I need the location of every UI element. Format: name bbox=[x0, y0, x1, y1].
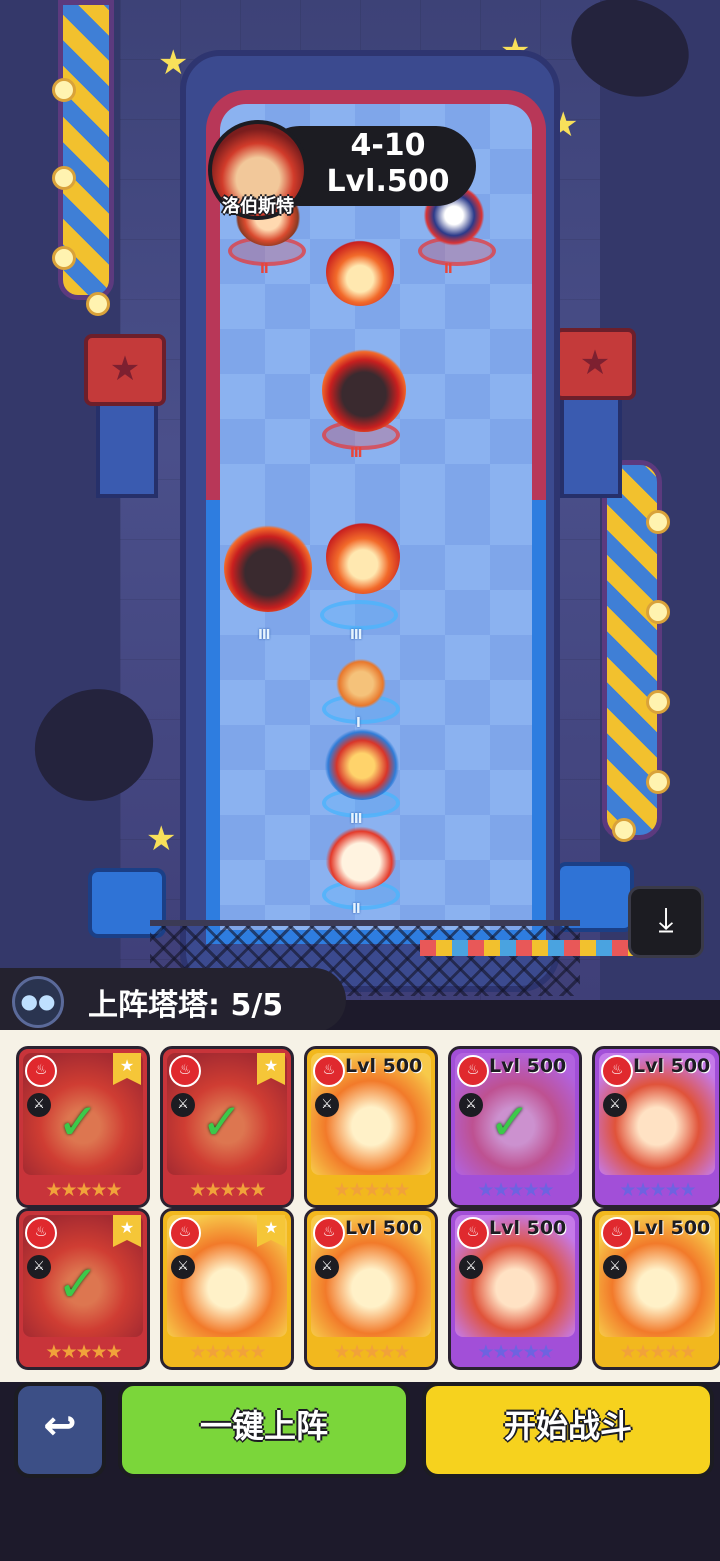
unit-rank: III bbox=[350, 446, 362, 461]
deployed-check-icon: ✓ bbox=[489, 1093, 531, 1151]
tower-card[interactable]: ♨ ⚔ Lvl 500 ★★★★★ bbox=[304, 1046, 438, 1208]
tower-card[interactable]: ♨ ⚔ Lvl 500 ★★★★★ bbox=[448, 1208, 582, 1370]
fire-element-icon: ♨ bbox=[313, 1055, 345, 1087]
flame-fox-sprite bbox=[326, 238, 394, 306]
role-icon: ⚔ bbox=[315, 1093, 339, 1117]
card-level: Lvl 500 bbox=[345, 1055, 423, 1077]
card-stars: ★★★★★ bbox=[333, 1341, 410, 1363]
card-level: Lvl 500 bbox=[489, 1217, 567, 1239]
back-button[interactable]: ↩ bbox=[14, 1382, 106, 1478]
fire-element-icon: ♨ bbox=[601, 1055, 633, 1087]
download-button[interactable]: ⤓ bbox=[628, 886, 704, 958]
tiger-sprite bbox=[334, 654, 388, 708]
card-stars: ★★★★★ bbox=[45, 1341, 122, 1363]
enemy-name: 洛伯斯特 bbox=[222, 196, 294, 217]
tower-card[interactable]: ♨ ⚔ ★ ✓ ★★★★★ bbox=[16, 1208, 150, 1370]
player-unit[interactable] bbox=[216, 516, 320, 620]
player-unit[interactable] bbox=[326, 646, 396, 716]
role-icon: ⚔ bbox=[27, 1255, 51, 1279]
start-battle-button[interactable]: 开始战斗 bbox=[422, 1382, 714, 1478]
role-icon: ⚔ bbox=[459, 1255, 483, 1279]
banner-light bbox=[52, 166, 76, 190]
download-icon: ⤓ bbox=[658, 900, 674, 940]
tower-card[interactable]: ♨ ⚔ Lvl 500 ★★★★★ bbox=[304, 1208, 438, 1370]
decor-star: ★ bbox=[146, 819, 177, 859]
banner-light bbox=[646, 690, 670, 714]
card-level: Lvl 500 bbox=[489, 1055, 567, 1077]
tower-card[interactable]: ♨ ⚔ Lvl 500 ★★★★★ bbox=[592, 1046, 720, 1208]
fire-element-icon: ♨ bbox=[601, 1217, 633, 1249]
card-stars: ★★★★★ bbox=[477, 1341, 554, 1363]
flame-fox-sprite bbox=[326, 520, 400, 594]
fire-element-icon: ♨ bbox=[25, 1217, 57, 1249]
deploy-count-tab: ●● 上阵塔塔: 5/5 bbox=[0, 968, 346, 1032]
star-crate: ★ bbox=[554, 328, 636, 400]
banner-light bbox=[52, 246, 76, 270]
cerberus-sprite bbox=[224, 524, 312, 612]
banner-light bbox=[86, 292, 110, 316]
card-stars: ★★★★★ bbox=[189, 1341, 266, 1363]
fire-element-icon: ♨ bbox=[313, 1217, 345, 1249]
card-level: Lvl 500 bbox=[633, 1055, 711, 1077]
cerberus-sprite bbox=[322, 348, 406, 432]
stage-number: 4-10 bbox=[350, 128, 426, 163]
role-icon: ⚔ bbox=[603, 1093, 627, 1117]
unit-rank: II bbox=[444, 262, 453, 277]
card-stars: ★★★★★ bbox=[477, 1179, 554, 1201]
battle-scene: ★ ★ ★ ★ ★ ★ ★ II II III III III I III II bbox=[0, 0, 720, 1000]
card-stars: ★★★★★ bbox=[333, 1179, 410, 1201]
card-stars: ★★★★★ bbox=[619, 1341, 696, 1363]
role-icon: ⚔ bbox=[459, 1093, 483, 1117]
tower-card[interactable]: ♨ ⚔ ★ ✓ ★★★★★ bbox=[160, 1046, 294, 1208]
cat-mascot-icon: ●● bbox=[12, 976, 64, 1028]
fire-element-icon: ♨ bbox=[169, 1217, 201, 1249]
unit-rank: III bbox=[350, 628, 362, 643]
enemy-unit[interactable] bbox=[314, 340, 414, 440]
card-stars: ★★★★★ bbox=[189, 1179, 266, 1201]
tower-card[interactable]: ♨ ⚔ ★ ✓ ★★★★★ bbox=[16, 1046, 150, 1208]
fire-element-icon: ♨ bbox=[457, 1055, 489, 1087]
card-stars: ★★★★★ bbox=[619, 1179, 696, 1201]
fire-element-icon: ♨ bbox=[169, 1055, 201, 1087]
player-unit[interactable] bbox=[318, 512, 408, 602]
tower-card[interactable]: ♨ ⚔ Lvl 500 ★★★★★ bbox=[592, 1208, 720, 1370]
unit-rank: III bbox=[258, 628, 270, 643]
star-crate: ★ bbox=[84, 334, 166, 406]
dragon-sprite bbox=[324, 724, 400, 800]
unit-rank: II bbox=[352, 902, 361, 917]
role-icon: ⚔ bbox=[315, 1255, 339, 1279]
tower-card[interactable]: ♨ ⚔ ★ ★★★★★ bbox=[160, 1208, 294, 1370]
player-unit[interactable] bbox=[316, 716, 408, 808]
auto-deploy-button[interactable]: 一键上阵 bbox=[118, 1382, 410, 1478]
banner-light bbox=[646, 510, 670, 534]
stage-info: 4-10 Lvl.500 bbox=[308, 128, 468, 200]
enemy-unit[interactable] bbox=[318, 230, 402, 314]
fire-element-icon: ♨ bbox=[25, 1055, 57, 1087]
role-icon: ⚔ bbox=[603, 1255, 627, 1279]
deploy-count-label: 上阵塔塔: 5/5 bbox=[88, 988, 284, 1023]
tower-card[interactable]: ♨ ⚔ Lvl 500 ✓ ★★★★★ bbox=[448, 1046, 582, 1208]
role-icon: ⚔ bbox=[171, 1093, 195, 1117]
enemy-level: Lvl.500 bbox=[326, 164, 450, 199]
banner-light bbox=[52, 78, 76, 102]
fire-element-icon: ♨ bbox=[457, 1217, 489, 1249]
card-level: Lvl 500 bbox=[345, 1217, 423, 1239]
player-tile-marker bbox=[320, 600, 398, 630]
unit-rank: II bbox=[260, 262, 269, 277]
deployed-check-icon: ✓ bbox=[57, 1255, 99, 1313]
player-unit[interactable] bbox=[316, 808, 406, 898]
role-icon: ⚔ bbox=[171, 1255, 195, 1279]
banner-light bbox=[646, 600, 670, 624]
card-level: Lvl 500 bbox=[633, 1217, 711, 1239]
return-arrow-icon: ↩ bbox=[43, 1403, 77, 1449]
banner-light bbox=[612, 818, 636, 842]
banner-light bbox=[646, 770, 670, 794]
deployed-check-icon: ✓ bbox=[57, 1093, 99, 1151]
phoenix-chick-sprite bbox=[324, 816, 398, 890]
deployed-check-icon: ✓ bbox=[201, 1093, 243, 1151]
role-icon: ⚔ bbox=[27, 1093, 51, 1117]
card-stars: ★★★★★ bbox=[45, 1179, 122, 1201]
